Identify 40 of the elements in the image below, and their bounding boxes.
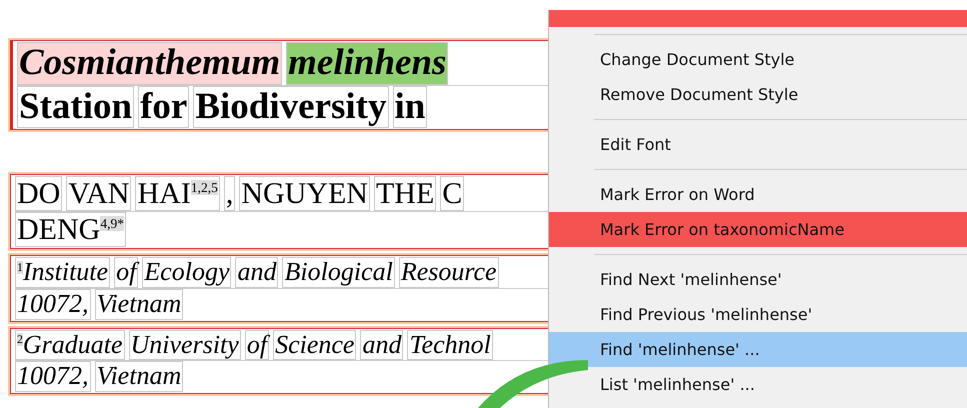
menu-item[interactable]: Remove Document Style [549,77,967,112]
word: DO [15,176,62,212]
word: of [114,257,138,288]
menu-item[interactable]: List 'melinhense' ... [549,367,967,402]
word: Biological [282,257,395,288]
menu-item[interactable] [549,10,967,27]
word: VAN [66,176,132,212]
word: $^{2}$Graduate [15,330,125,360]
word: C [440,176,464,212]
word: Biodiversity [193,86,388,128]
word: Vietnam [94,361,184,392]
menu-item[interactable]: Mark Error on taxonomicName [549,212,967,247]
word: Vietnam [94,288,184,320]
word: HAI$^{1,2,5}$ [135,176,220,212]
word: 10072, [15,288,90,320]
word: Ecology [142,257,232,288]
word: NGUYEN [239,176,370,212]
word: Technol [407,330,493,360]
word: Science [273,330,356,360]
word: Cosmianthemum [17,42,282,85]
word: $^{1}$Institute [15,257,110,288]
menu-item[interactable]: Change Document Style [549,42,967,77]
word: for [138,86,190,128]
word: and [360,330,404,360]
word: 10072, [15,361,90,392]
word: of [244,330,270,360]
word: in [392,86,428,128]
word: melinhens [286,42,448,85]
word: and [235,257,278,288]
word: THE [374,176,436,212]
menu-item[interactable]: Mark Error on Word [549,177,967,212]
word: Resource [398,257,499,288]
word: , [224,176,236,212]
word: University [128,330,241,360]
word: DENG$^{4,9*}$ [15,212,126,248]
menu-item[interactable]: Edit Font [549,127,967,162]
menu-item[interactable]: Find 'melinhense' ... [549,332,967,367]
menu-item[interactable]: Find Previous 'melinhense' [549,297,967,332]
word: Station [17,86,134,128]
menu-item[interactable]: Find Next 'melinhense' [549,262,967,297]
